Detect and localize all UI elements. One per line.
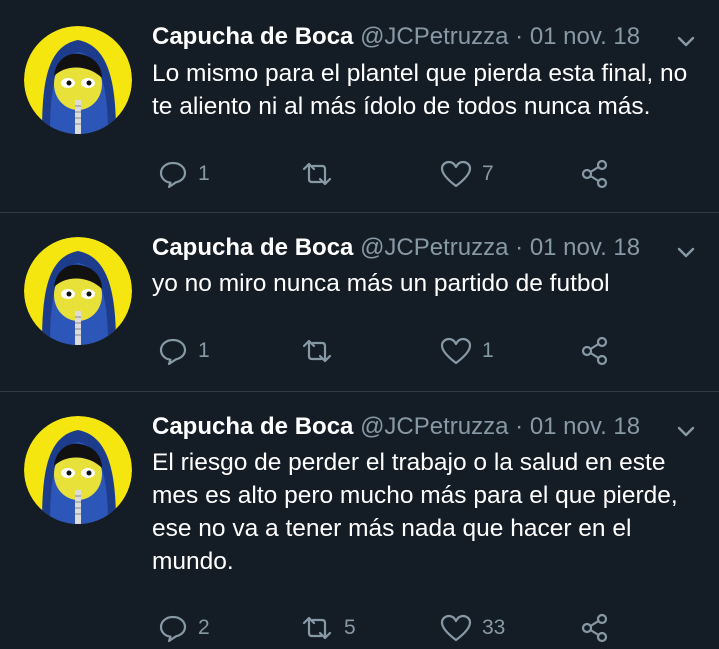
author-name[interactable]: Capucha de Boca — [152, 234, 353, 261]
author-name[interactable]: Capucha de Boca — [152, 413, 353, 440]
chevron-down-icon[interactable] — [673, 240, 699, 266]
tweet-date[interactable]: 01 nov. 18 — [530, 234, 640, 261]
tweet-1[interactable]: Capucha de Boca @JCPetruzza · 01 nov. 18… — [0, 0, 719, 212]
tweet-date[interactable]: 01 nov. 18 — [530, 413, 640, 440]
author-handle[interactable]: @JCPetruzza — [360, 234, 508, 261]
like-button[interactable]: 7 — [440, 154, 494, 194]
retweet-count: 5 — [344, 616, 356, 639]
tweet-text: yo no miro nunca más un partido de futbo… — [152, 270, 610, 297]
reply-button[interactable]: 1 — [158, 154, 210, 194]
like-count: 1 — [482, 339, 494, 362]
avatar[interactable] — [24, 416, 132, 524]
tweet-actions: 2 5 33 — [152, 608, 672, 648]
tweet-actions: 1 1 — [152, 331, 672, 371]
tweet-2[interactable]: Capucha de Boca @JCPetruzza · 01 nov. 18… — [0, 213, 719, 391]
separator-dot: · — [515, 413, 524, 440]
tweet-header: Capucha de Boca @JCPetruzza · 01 nov. 18 — [152, 412, 640, 442]
retweet-button[interactable]: 5 — [300, 608, 356, 648]
chevron-down-icon[interactable] — [673, 29, 699, 55]
retweet-button[interactable] — [300, 154, 344, 194]
like-button[interactable]: 1 — [440, 331, 494, 371]
heart-icon — [440, 336, 472, 366]
separator-dot: · — [515, 234, 524, 261]
avatar[interactable] — [24, 26, 132, 134]
share-button[interactable] — [580, 608, 610, 648]
author-handle[interactable]: @JCPetruzza — [360, 413, 508, 440]
tweet-3[interactable]: Capucha de Boca @JCPetruzza · 01 nov. 18… — [0, 392, 719, 649]
reply-count: 1 — [198, 339, 210, 362]
tweet-text: El riesgo de perder el trabajo o la salu… — [152, 449, 678, 575]
like-count: 7 — [482, 162, 494, 185]
reply-icon — [158, 159, 188, 189]
reply-count: 2 — [198, 616, 210, 639]
reply-button[interactable]: 2 — [158, 608, 210, 648]
heart-icon — [440, 159, 472, 189]
tweet-header: Capucha de Boca @JCPetruzza · 01 nov. 18 — [152, 233, 640, 263]
separator-dot: · — [515, 23, 524, 50]
share-icon — [580, 613, 610, 643]
share-button[interactable] — [580, 154, 610, 194]
share-button[interactable] — [580, 331, 610, 371]
reply-icon — [158, 336, 188, 366]
author-name[interactable]: Capucha de Boca — [152, 23, 353, 50]
retweet-icon — [300, 613, 334, 643]
reply-count: 1 — [198, 162, 210, 185]
like-count: 33 — [482, 616, 506, 639]
avatar[interactable] — [24, 237, 132, 345]
retweet-icon — [300, 336, 334, 366]
tweet-header: Capucha de Boca @JCPetruzza · 01 nov. 18 — [152, 22, 640, 52]
tweet-actions: 1 7 — [152, 154, 672, 194]
heart-icon — [440, 613, 472, 643]
reply-icon — [158, 613, 188, 643]
chevron-down-icon[interactable] — [673, 419, 699, 445]
retweet-button[interactable] — [300, 331, 344, 371]
author-handle[interactable]: @JCPetruzza — [360, 23, 508, 50]
reply-button[interactable]: 1 — [158, 331, 210, 371]
tweet-date[interactable]: 01 nov. 18 — [530, 23, 640, 50]
tweet-text: Lo mismo para el plantel que pierda esta… — [152, 60, 688, 120]
share-icon — [580, 336, 610, 366]
retweet-icon — [300, 159, 334, 189]
like-button[interactable]: 33 — [440, 608, 505, 648]
share-icon — [580, 159, 610, 189]
